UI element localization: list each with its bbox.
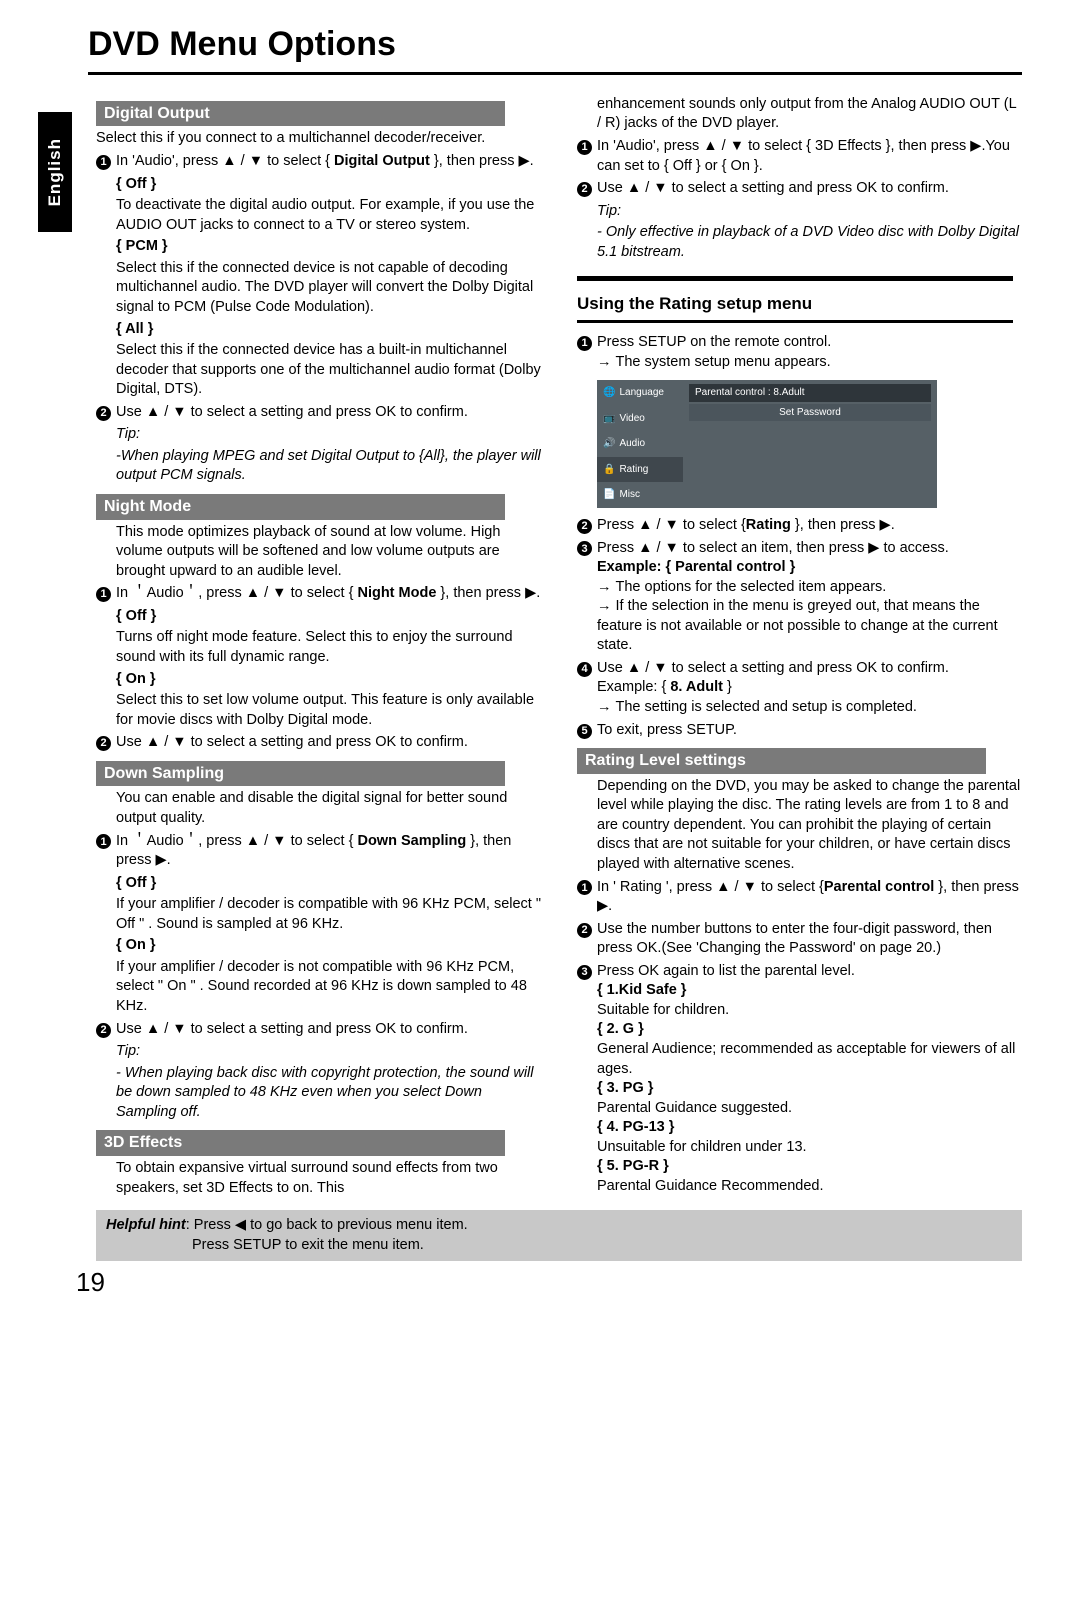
text: Select this if the connected device is n… xyxy=(116,259,541,318)
step-text: In ' Rating ', press ▲ / ▼ to select {Pa… xyxy=(597,878,1022,917)
heading-night-mode: Night Mode xyxy=(96,494,505,520)
text: To obtain expansive virtual surround sou… xyxy=(116,1159,541,1198)
step-text: Press ▲ / ▼ to select an item, then pres… xyxy=(597,539,1022,656)
tip-text: - When playing back disc with copyright … xyxy=(116,1064,541,1123)
text: Turns off night mode feature. Select thi… xyxy=(116,628,541,667)
globe-icon: 🌐 xyxy=(603,386,615,400)
step-text: In 'Audio', press ▲ / ▼ to select { 3D E… xyxy=(597,137,1022,176)
tip-label: Tip: xyxy=(116,1042,541,1062)
osd-screenshot: 🌐Language 📺Video 🔊Audio 🔒Rating 📄Misc Pa… xyxy=(597,380,937,508)
step-text: Press ▲ / ▼ to select {Rating }, then pr… xyxy=(597,516,1022,536)
step-text: In 'Audio', press ▲ / ▼ to select { Digi… xyxy=(116,152,541,172)
tip-label: Tip: xyxy=(597,202,1022,222)
text: To deactivate the digital audio output. … xyxy=(116,196,541,235)
text: Select this if the connected device has … xyxy=(116,341,541,400)
heading-rating-level: Rating Level settings xyxy=(577,748,986,774)
step-text: Press OK again to list the parental leve… xyxy=(597,962,1022,1197)
tip-label: Tip: xyxy=(116,425,541,445)
text: This mode optimizes playback of sound at… xyxy=(116,523,541,582)
step-text: In ＇Audio＇, press ▲ / ▼ to select { Down… xyxy=(116,832,541,871)
tip-text: -When playing MPEG and set Digital Outpu… xyxy=(116,447,541,486)
text: Select this to set low volume output. Th… xyxy=(116,691,541,730)
text: Select this if you connect to a multicha… xyxy=(96,129,541,149)
osd-row: Parental control : 8.Adult xyxy=(689,384,931,402)
text: If your amplifier / decoder is not compa… xyxy=(116,958,541,1017)
step-text: Use ▲ / ▼ to select a setting and press … xyxy=(597,659,1022,718)
language-tab: English xyxy=(38,112,72,232)
text: If your amplifier / decoder is compatibl… xyxy=(116,895,541,934)
tip-text: - Only effective in playback of a DVD Vi… xyxy=(597,223,1022,262)
step-text: Use ▲ / ▼ to select a setting and press … xyxy=(116,403,541,423)
step-text: Use the number buttons to enter the four… xyxy=(597,920,1022,959)
step-text: Use ▲ / ▼ to select a setting and press … xyxy=(597,179,1022,199)
heading-down-sampling: Down Sampling xyxy=(96,761,505,787)
osd-row: Set Password xyxy=(689,404,931,422)
heading-3d-effects: 3D Effects xyxy=(96,1130,505,1156)
lock-icon: 🔒 xyxy=(603,463,615,477)
left-column: Digital Output Select this if you connec… xyxy=(96,93,541,1200)
right-column: enhancement sounds only output from the … xyxy=(577,93,1022,1200)
text: Depending on the DVD, you may be asked t… xyxy=(597,777,1022,875)
text: You can enable and disable the digital s… xyxy=(116,789,541,828)
step-text: Use ▲ / ▼ to select a setting and press … xyxy=(116,1020,541,1040)
page-title: DVD Menu Options xyxy=(88,22,1022,75)
page-number: 19 xyxy=(76,1265,1022,1300)
step-text: In ＇Audio＇, press ▲ / ▼ to select { Nigh… xyxy=(116,584,541,604)
heading-digital-output: Digital Output xyxy=(96,101,505,127)
divider xyxy=(577,276,1013,281)
doc-icon: 📄 xyxy=(603,488,615,502)
tv-icon: 📺 xyxy=(603,412,615,426)
step-text: Press SETUP on the remote control. The s… xyxy=(597,333,1022,372)
speaker-icon: 🔊 xyxy=(603,437,615,451)
text: enhancement sounds only output from the … xyxy=(597,95,1022,134)
step-text: Use ▲ / ▼ to select a setting and press … xyxy=(116,733,541,753)
heading-rating-setup: Using the Rating setup menu xyxy=(577,293,1022,316)
step-text: To exit, press SETUP. xyxy=(597,721,1022,741)
divider xyxy=(577,320,1013,323)
helpful-hint: Helpful hint: Press ◀ to go back to prev… xyxy=(96,1210,1022,1261)
